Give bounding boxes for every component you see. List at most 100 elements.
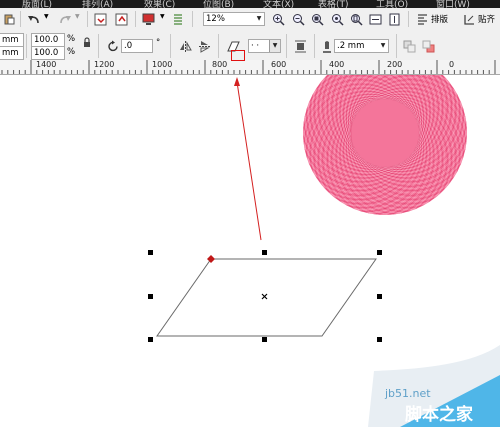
zoom-to-page-icon[interactable] bbox=[349, 12, 363, 26]
mirror-vertical-icon[interactable] bbox=[197, 39, 211, 53]
menu-item-window[interactable]: 窗口(W) bbox=[436, 0, 470, 8]
to-front-icon[interactable] bbox=[402, 39, 416, 53]
mirror-horizontal-icon[interactable] bbox=[178, 39, 192, 53]
separator bbox=[286, 34, 287, 58]
scale-x-value: 100.0 bbox=[34, 35, 59, 45]
menu-item-arrange[interactable]: 排列(A) bbox=[82, 0, 113, 8]
standard-toolbar: ▼ ▼ ▼ 12% ▼ 排版 贴齐 bbox=[0, 8, 500, 32]
scale-y-percent-label: % bbox=[67, 47, 76, 57]
zoom-to-height-icon[interactable] bbox=[387, 12, 401, 26]
scale-y-field[interactable]: 100.0 bbox=[31, 46, 65, 60]
scale-x-percent-label: % bbox=[67, 34, 76, 44]
object-width-field[interactable]: mm bbox=[0, 33, 24, 47]
snap-to-icon[interactable] bbox=[462, 12, 476, 26]
menu-item-layout[interactable]: 版面(L) bbox=[22, 0, 52, 8]
outline-width-value: .2 mm bbox=[337, 41, 365, 51]
import-icon[interactable] bbox=[94, 12, 108, 26]
height-unit: mm bbox=[2, 48, 19, 58]
welcome-screen-icon[interactable] bbox=[171, 12, 185, 26]
ruler-tick-label: 600 bbox=[271, 60, 287, 69]
ruler-tick-label: 1200 bbox=[94, 60, 115, 69]
chevron-down-icon: ▼ bbox=[269, 40, 280, 52]
selection-handle[interactable] bbox=[377, 294, 382, 299]
watermark-site: jb51.net bbox=[385, 387, 431, 400]
ruler-tick-label: 200 bbox=[387, 60, 403, 69]
menu-item-effects[interactable]: 效果(C) bbox=[144, 0, 175, 8]
line-style-value: · · bbox=[251, 41, 260, 51]
zoom-to-all-objects-icon[interactable] bbox=[330, 12, 344, 26]
redo-icon[interactable] bbox=[58, 12, 72, 26]
menu-item-text[interactable]: 文本(X) bbox=[263, 0, 294, 8]
selection-handle[interactable] bbox=[377, 250, 382, 255]
menu-item-tools[interactable]: 工具(O) bbox=[376, 0, 408, 8]
separator bbox=[192, 11, 193, 27]
ruler-tick-label: 400 bbox=[329, 60, 345, 69]
paste-icon[interactable] bbox=[2, 12, 16, 26]
rotation-angle-field[interactable]: .0 bbox=[121, 39, 153, 53]
ruler-tick-label: 1000 bbox=[152, 60, 173, 69]
export-icon[interactable] bbox=[115, 12, 129, 26]
horizontal-ruler: 1400 1200 1000 800 600 400 200 0 bbox=[0, 60, 500, 75]
center-x-marker[interactable] bbox=[261, 293, 268, 300]
drawing-canvas[interactable]: jb51.net 脚本之家 bbox=[0, 75, 500, 427]
menu-bar: 版面(L) 排列(A) 效果(C) 位图(B) 文本(X) 表格(T) 工具(O… bbox=[0, 0, 500, 8]
ruler-ticks bbox=[1, 60, 496, 74]
redo-dropdown-icon[interactable]: ▼ bbox=[75, 13, 80, 20]
chevron-down-icon: ▼ bbox=[380, 42, 386, 49]
wrap-text-icon[interactable] bbox=[293, 39, 307, 53]
separator bbox=[396, 34, 397, 58]
separator bbox=[408, 11, 409, 27]
width-unit: mm bbox=[2, 35, 19, 45]
outline-width-icon bbox=[320, 39, 334, 53]
line-style-select[interactable]: · · ▼ bbox=[248, 39, 281, 53]
ruler-tick-label: 1400 bbox=[36, 60, 57, 69]
layout-button-label[interactable]: 排版 bbox=[431, 13, 448, 25]
selected-node-marker[interactable] bbox=[207, 255, 215, 263]
rotation-angle-value: .0 bbox=[124, 41, 133, 51]
selected-parallelogram[interactable] bbox=[156, 258, 377, 337]
undo-dropdown-icon[interactable]: ▼ bbox=[44, 13, 49, 20]
menu-item-table[interactable]: 表格(T) bbox=[318, 0, 349, 8]
lock-ratio-icon[interactable] bbox=[80, 35, 94, 49]
menu-item-bitmaps[interactable]: 位图(B) bbox=[203, 0, 234, 8]
selection-handle[interactable] bbox=[262, 250, 267, 255]
selection-handle[interactable] bbox=[148, 337, 153, 342]
zoom-out-icon[interactable] bbox=[291, 12, 305, 26]
undo-icon[interactable] bbox=[27, 12, 41, 26]
zoom-in-icon[interactable] bbox=[271, 12, 285, 26]
zoom-to-width-icon[interactable] bbox=[368, 12, 382, 26]
selection-handle[interactable] bbox=[148, 250, 153, 255]
launcher-dropdown-icon[interactable]: ▼ bbox=[160, 13, 165, 20]
outline-width-select[interactable]: .2 mm ▼ bbox=[334, 39, 389, 53]
zoom-level-value: 12% bbox=[206, 14, 225, 24]
separator bbox=[314, 34, 315, 58]
rotation-icon bbox=[106, 39, 120, 53]
zoom-to-selected-icon[interactable] bbox=[310, 12, 324, 26]
application-launcher-icon[interactable] bbox=[142, 12, 156, 26]
chevron-down-icon: ▼ bbox=[256, 15, 262, 22]
scale-y-value: 100.0 bbox=[34, 48, 59, 58]
watermark-brand: 脚本之家 bbox=[405, 405, 473, 425]
ruler-tick-label: 0 bbox=[449, 60, 455, 69]
property-bar: mm mm 100.0 100.0 % % .0 ° · · ▼ .2 mm ▼ bbox=[0, 31, 500, 61]
zoom-level-select[interactable]: 12% ▼ bbox=[203, 12, 265, 26]
snap-to-button-label[interactable]: 贴齐 bbox=[478, 13, 495, 25]
selection-handle[interactable] bbox=[262, 337, 267, 342]
annotation-arrowhead bbox=[234, 77, 240, 86]
separator bbox=[98, 34, 99, 58]
separator bbox=[26, 34, 27, 58]
object-height-field[interactable]: mm bbox=[0, 46, 24, 60]
rotation-degree-unit: ° bbox=[156, 38, 161, 48]
separator bbox=[218, 34, 219, 58]
annotation-arrow-line bbox=[236, 81, 262, 241]
separator bbox=[170, 34, 171, 58]
selection-handle[interactable] bbox=[377, 337, 382, 342]
to-back-icon[interactable] bbox=[421, 39, 435, 53]
selection-handle[interactable] bbox=[148, 294, 153, 299]
ruler-tick-label: 800 bbox=[212, 60, 228, 69]
separator bbox=[87, 11, 88, 27]
scale-x-field[interactable]: 100.0 bbox=[31, 33, 65, 47]
canvas-artwork bbox=[156, 75, 500, 427]
separator bbox=[135, 11, 136, 27]
layout-icon[interactable] bbox=[415, 12, 429, 26]
